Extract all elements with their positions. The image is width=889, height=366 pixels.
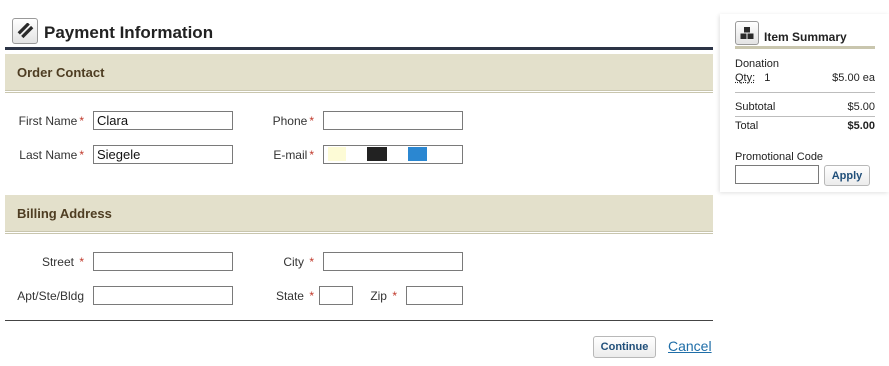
redacted-block: [367, 147, 387, 161]
phone-label: Phone *: [272, 114, 314, 128]
section-order-contact: Order Contact: [5, 54, 713, 91]
section-billing-address: Billing Address: [5, 195, 713, 232]
qty-label: Qty:: [735, 72, 756, 84]
city-label: City *: [283, 255, 314, 269]
email-label: E-mail *: [273, 148, 314, 162]
promo-label: Promotional Code: [735, 151, 824, 163]
apt-input[interactable]: [93, 286, 233, 305]
subtotal-row: Subtotal $5.00: [735, 101, 875, 113]
email-input[interactable]: [323, 145, 463, 164]
page-title: Payment Information: [44, 23, 214, 42]
subtotal-label: Subtotal: [735, 101, 776, 113]
divider: [5, 233, 713, 234]
divider: [5, 320, 713, 321]
first-name-input[interactable]: [93, 111, 233, 130]
item-name: Donation: [735, 58, 780, 70]
subtotal-value: $5.00: [847, 101, 875, 113]
payment-form: Payment Information Order Contact First …: [5, 0, 713, 366]
cancel-link[interactable]: Cancel: [668, 338, 712, 354]
phone-input[interactable]: [323, 111, 463, 130]
last-name-input[interactable]: [93, 145, 233, 164]
total-row: Total $5.00: [735, 120, 875, 132]
continue-button[interactable]: Continue: [593, 336, 656, 358]
summary-title: Item Summary: [764, 30, 847, 44]
promo-code-input[interactable]: [735, 165, 819, 184]
first-name-label: First Name *: [18, 114, 84, 128]
street-input[interactable]: [93, 252, 233, 271]
redacted-block: [408, 147, 427, 161]
divider: [735, 92, 875, 93]
state-input[interactable]: [319, 286, 353, 305]
city-input[interactable]: [323, 252, 463, 271]
last-name-label: Last Name *: [19, 148, 84, 162]
total-value: $5.00: [847, 120, 875, 132]
apt-label: Apt/Ste/Bldg: [17, 289, 84, 303]
boxes-icon: [735, 21, 759, 45]
section-heading: Order Contact: [17, 65, 105, 80]
street-label: Street *: [41, 255, 84, 269]
redacted-block: [328, 147, 346, 161]
qty-value: 1: [764, 72, 771, 84]
unit-price: $5.00 ea: [832, 72, 875, 84]
total-label: Total: [735, 120, 759, 132]
pencil-icon: [12, 18, 38, 44]
zip-input[interactable]: [406, 286, 463, 305]
state-label: State *: [275, 289, 314, 303]
divider: [735, 46, 875, 49]
section-heading: Billing Address: [17, 206, 112, 221]
apply-button[interactable]: Apply: [824, 165, 870, 186]
item-qty-row: Qty: 1 $5.00 ea: [735, 72, 875, 84]
page-header: Payment Information: [5, 14, 713, 50]
item-summary-panel: Item Summary Donation Qty: 1 $5.00 ea Su…: [720, 14, 889, 192]
divider: [5, 92, 713, 93]
zip-label: Zip *: [370, 289, 397, 303]
divider: [735, 116, 875, 117]
